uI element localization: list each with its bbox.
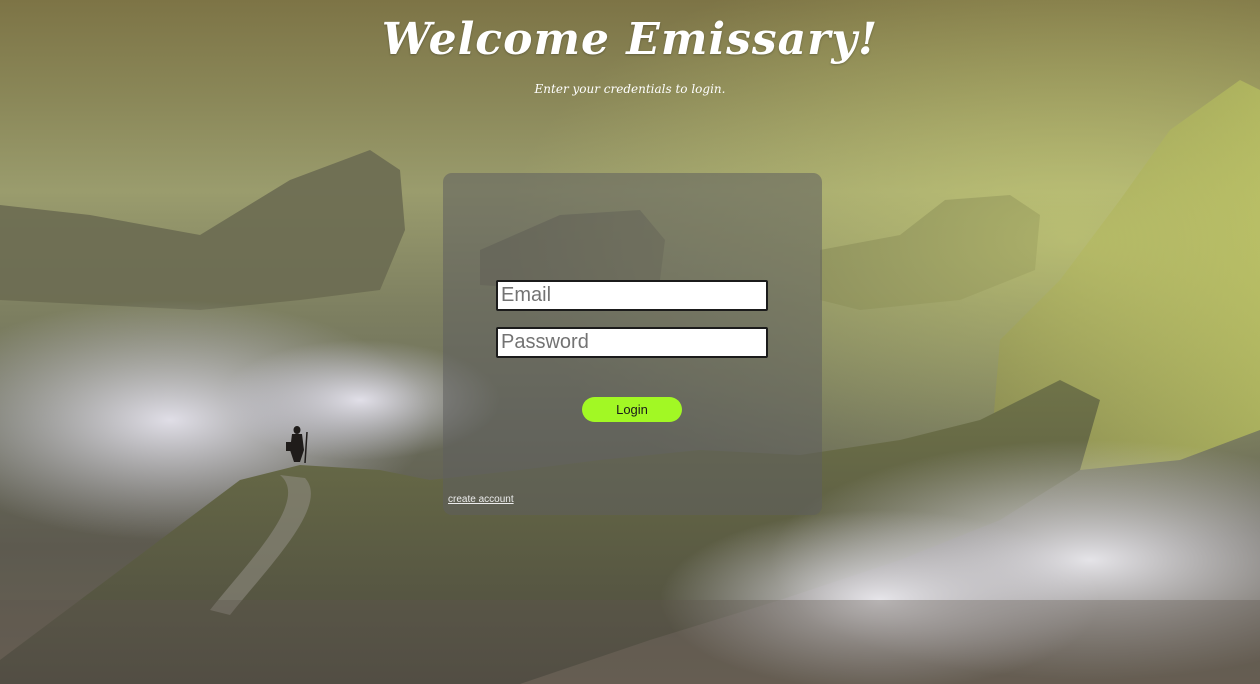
page-title: Welcome Emissary! [381,14,879,65]
login-panel: Login create account [443,173,822,515]
login-button[interactable]: Login [582,397,682,422]
password-input[interactable] [496,327,768,358]
page-subtitle: Enter your credentials to login. [534,82,726,96]
create-account-link[interactable]: create account [448,494,514,505]
email-input[interactable] [496,280,768,311]
